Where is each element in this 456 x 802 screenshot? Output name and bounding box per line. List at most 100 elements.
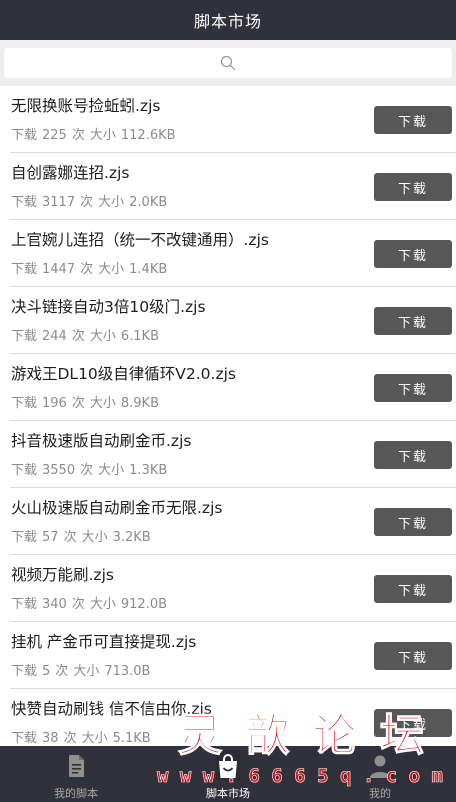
script-name: 决斗链接自动3倍10级门.zjs — [11, 298, 206, 316]
download-count: 196 — [42, 396, 67, 411]
size-label: 大小 — [98, 262, 125, 277]
file-size: 1.4KB — [129, 262, 168, 277]
downloads-label: 下载 — [11, 597, 38, 612]
download-count: 340 — [42, 597, 67, 612]
times-unit: 次 — [71, 329, 85, 344]
downloads-label: 下载 — [11, 195, 38, 210]
script-meta: 下载 244 次大小 6.1KB — [11, 325, 164, 344]
search-input[interactable] — [4, 48, 452, 78]
file-size: 3.2KB — [112, 530, 151, 545]
tab-label: 我的 — [369, 787, 391, 800]
downloads-label: 下载 — [11, 128, 38, 143]
list-item[interactable]: 视频万能刷.zjs 下载 340 次大小 912.0B 下载 — [0, 555, 456, 622]
downloads-label: 下载 — [11, 731, 38, 746]
script-meta: 下载 340 次大小 912.0B — [11, 593, 172, 612]
script-meta: 下载 38 次大小 5.1KB — [11, 727, 156, 746]
download-count: 38 — [42, 731, 59, 746]
size-label: 大小 — [89, 128, 116, 143]
download-count: 244 — [42, 329, 67, 344]
download-button[interactable]: 下载 — [374, 508, 452, 536]
size-label: 大小 — [89, 396, 116, 411]
download-button[interactable]: 下载 — [374, 575, 452, 603]
script-name: 游戏王DL10级自律循环V2.0.zjs — [11, 365, 236, 383]
tab-script-market[interactable]: 脚本市场 — [152, 746, 304, 802]
list-item[interactable]: 游戏王DL10级自律循环V2.0.zjs 下载 196 次大小 8.9KB 下载 — [0, 354, 456, 421]
script-meta: 下载 196 次大小 8.9KB — [11, 392, 164, 411]
download-button[interactable]: 下载 — [374, 307, 452, 335]
script-meta: 下载 225 次大小 112.6KB — [11, 124, 181, 143]
tab-label: 脚本市场 — [206, 787, 250, 800]
download-count: 57 — [42, 530, 59, 545]
download-count: 1447 — [42, 262, 76, 277]
downloads-label: 下载 — [11, 664, 38, 679]
list-item[interactable]: 挂机 产金币可直接提现.zjs 下载 5 次大小 713.0B 下载 — [0, 622, 456, 689]
download-button[interactable]: 下载 — [374, 240, 452, 268]
download-count: 5 — [42, 664, 51, 679]
file-size: 713.0B — [104, 664, 151, 679]
times-unit: 次 — [55, 664, 69, 679]
document-icon — [69, 755, 84, 777]
download-count: 3117 — [42, 195, 76, 210]
file-size: 8.9KB — [120, 396, 159, 411]
tab-me[interactable]: 我的 — [304, 746, 456, 802]
download-button[interactable]: 下载 — [374, 709, 452, 737]
script-meta: 下载 5 次大小 713.0B — [11, 660, 155, 679]
tab-label: 我的脚本 — [54, 787, 98, 800]
times-unit: 次 — [71, 396, 85, 411]
script-name: 自创露娜连招.zjs — [11, 164, 130, 182]
list-item[interactable]: 上官婉儿连招（统一不改键通用）.zjs 下载 1447 次大小 1.4KB 下载 — [0, 220, 456, 287]
script-list: 无限换账号捡蚯蚓.zjs 下载 225 次大小 112.6KB 下载 自创露娜连招.z… — [0, 86, 456, 746]
list-item[interactable]: 火山极速版自动刷金币无限.zjs 下载 57 次大小 3.2KB 下载 — [0, 488, 456, 555]
tab-my-scripts[interactable]: 我的脚本 — [0, 746, 152, 802]
download-count: 3550 — [42, 463, 76, 478]
times-unit: 次 — [71, 597, 85, 612]
times-unit: 次 — [63, 731, 77, 746]
list-item[interactable]: 自创露娜连招.zjs 下载 3117 次大小 2.0KB 下载 — [0, 153, 456, 220]
size-label: 大小 — [98, 195, 125, 210]
file-size: 2.0KB — [129, 195, 168, 210]
download-button[interactable]: 下载 — [374, 441, 452, 469]
script-meta: 下载 3117 次大小 2.0KB — [11, 191, 172, 210]
shopping-bag-icon — [219, 754, 237, 778]
bottom-tab-bar: 我的脚本 脚本市场 我的 — [0, 746, 456, 802]
script-meta: 下载 1447 次大小 1.4KB — [11, 258, 172, 277]
download-count: 225 — [42, 128, 67, 143]
times-unit: 次 — [71, 128, 85, 143]
size-label: 大小 — [81, 731, 108, 746]
size-label: 大小 — [81, 530, 108, 545]
list-item[interactable]: 快赞自动刷钱 信不信由你.zjs 下载 38 次大小 5.1KB 下载 — [0, 689, 456, 746]
script-name: 火山极速版自动刷金币无限.zjs — [11, 499, 223, 517]
size-label: 大小 — [89, 597, 116, 612]
download-button[interactable]: 下载 — [374, 173, 452, 201]
search-area — [0, 40, 456, 88]
list-item[interactable]: 无限换账号捡蚯蚓.zjs 下载 225 次大小 112.6KB 下载 — [0, 86, 456, 153]
script-meta: 下载 57 次大小 3.2KB — [11, 526, 156, 545]
size-label: 大小 — [98, 463, 125, 478]
size-label: 大小 — [73, 664, 100, 679]
size-label: 大小 — [89, 329, 116, 344]
file-size: 6.1KB — [120, 329, 159, 344]
script-name: 抖音极速版自动刷金币.zjs — [11, 432, 192, 450]
file-size: 5.1KB — [112, 731, 151, 746]
search-icon — [220, 55, 236, 71]
script-name: 无限换账号捡蚯蚓.zjs — [11, 97, 161, 115]
script-name: 视频万能刷.zjs — [11, 566, 114, 584]
file-size: 912.0B — [120, 597, 168, 612]
downloads-label: 下载 — [11, 329, 38, 344]
download-button[interactable]: 下载 — [374, 106, 452, 134]
times-unit: 次 — [63, 530, 77, 545]
downloads-label: 下载 — [11, 396, 38, 411]
times-unit: 次 — [80, 463, 94, 478]
script-name: 上官婉儿连招（统一不改键通用）.zjs — [11, 231, 269, 249]
user-icon — [370, 755, 390, 778]
downloads-label: 下载 — [11, 530, 38, 545]
script-name: 挂机 产金币可直接提现.zjs — [11, 633, 197, 651]
list-item[interactable]: 抖音极速版自动刷金币.zjs 下载 3550 次大小 1.3KB 下载 — [0, 421, 456, 488]
title-bar: 脚本市场 — [0, 0, 456, 40]
list-item[interactable]: 决斗链接自动3倍10级门.zjs 下载 244 次大小 6.1KB 下载 — [0, 287, 456, 354]
file-size: 1.3KB — [129, 463, 168, 478]
file-size: 112.6KB — [120, 128, 176, 143]
download-button[interactable]: 下载 — [374, 374, 452, 402]
download-button[interactable]: 下载 — [374, 642, 452, 670]
script-meta: 下载 3550 次大小 1.3KB — [11, 459, 172, 478]
